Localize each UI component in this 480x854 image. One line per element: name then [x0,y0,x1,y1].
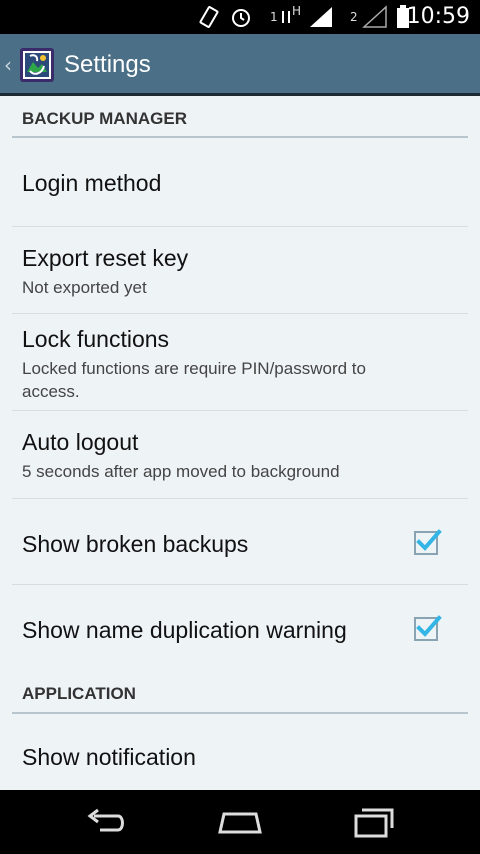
action-bar: ‹ Settings [0,34,480,96]
pref-title: Login method [22,170,162,196]
pref-title: Lock functions [22,326,170,352]
recent-apps-icon[interactable] [350,804,398,840]
show-name-duplication-warning-checkbox[interactable] [414,615,442,641]
pref-title: Show broken backups [22,531,249,557]
pref-lock-functions[interactable]: Lock functions Locked functions are requ… [0,314,480,410]
status-bar: 1 H 2 10:59 [0,0,480,34]
checkmark-icon [416,529,442,551]
checkmark-icon [416,615,442,637]
sim2-label: 2 [350,10,358,24]
pref-auto-logout[interactable]: Auto logout 5 seconds after app moved to… [0,411,480,498]
navigation-bar [0,790,480,854]
pref-title: Export reset key [22,245,189,271]
section-header-application: APPLICATION [22,684,136,703]
sim1-label: 1 [270,10,278,24]
pref-export-reset-key[interactable]: Export reset key Not exported yet [0,227,480,313]
data-activity-icon [280,0,292,34]
section-header-backup-manager: BACKUP MANAGER [22,109,187,128]
signal-strength-icon [308,0,334,34]
pref-title: Show name duplication warning [22,617,347,643]
pref-title: Show notification [22,744,196,770]
screen-rotation-icon [198,0,220,34]
pref-show-broken-backups[interactable]: Show broken backups [0,499,480,584]
pref-show-name-duplication-warning[interactable]: Show name duplication warning [0,585,480,671]
page-title: Settings [64,51,151,78]
pref-title: Auto logout [22,429,139,455]
clock: 10:59 [406,4,470,29]
up-navigation-icon[interactable]: ‹ [4,53,14,77]
alarm-icon [230,0,252,34]
pref-summary: Locked functions are require PIN/passwor… [22,359,366,401]
signal-strength-empty-icon [362,0,388,34]
pref-login-method[interactable]: Login method [0,138,480,226]
settings-list: BACKUP MANAGER Login method Export reset… [0,96,480,790]
back-icon[interactable] [82,804,130,840]
pref-show-notification[interactable]: Show notification [0,714,480,790]
pref-summary: 5 seconds after app moved to background [22,462,340,481]
show-broken-backups-checkbox[interactable] [414,529,442,555]
app-logo-icon[interactable] [20,48,54,82]
network-type-label: H [292,4,302,18]
home-icon[interactable] [216,804,264,840]
pref-summary: Not exported yet [22,278,147,297]
